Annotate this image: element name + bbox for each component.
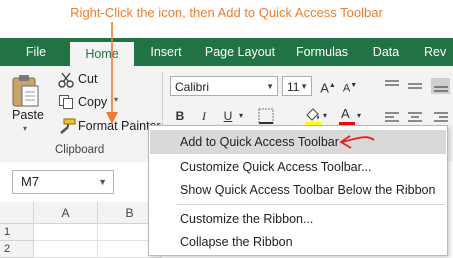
ribbon-tab-bar: File Home Insert Page Layout Formulas Da… (0, 38, 453, 66)
tab-insert[interactable]: Insert (138, 38, 194, 66)
menu-separator (177, 204, 445, 205)
tab-page-layout[interactable]: Page Layout (198, 38, 282, 66)
scissors-icon (58, 72, 74, 88)
cut-button[interactable]: Cut (78, 72, 97, 86)
chevron-down-icon[interactable]: ▾ (236, 106, 246, 126)
format-painter-icon (58, 118, 76, 134)
paste-dropdown-icon[interactable]: ▾ (23, 124, 27, 133)
copy-button[interactable]: Copy (78, 95, 107, 109)
menu-item-label: Customize Quick Access Toolbar... (180, 160, 372, 174)
menu-item-customize-quick-access-toolbar[interactable]: Customize Quick Access Toolbar... (150, 155, 446, 179)
menu-item-customize-the-ribbon[interactable]: Customize the Ribbon... (150, 207, 446, 231)
font-color-label: A (341, 106, 350, 121)
underline-button[interactable]: U (218, 106, 238, 126)
paste-button[interactable]: Paste (12, 108, 44, 122)
menu-item-add-to-quick-access-toolbar[interactable]: Add to Quick Access Toolbar (150, 130, 446, 154)
select-all-corner[interactable] (0, 202, 34, 224)
font-size-value: 11 (287, 80, 300, 94)
chevron-down-icon[interactable]: ▼ (98, 171, 107, 193)
clipboard-group-label: Clipboard (55, 144, 105, 156)
font-name-select[interactable]: Calibri ▼ (170, 76, 278, 96)
borders-icon[interactable] (258, 108, 274, 124)
horizontal-align-icons[interactable] (382, 110, 450, 126)
bold-button[interactable]: B (170, 106, 190, 126)
vertical-align-icons[interactable] (382, 78, 450, 94)
menu-item-label: Show Quick Access Toolbar Below the Ribb… (180, 183, 436, 197)
copy-dropdown-icon[interactable]: ▾ (114, 95, 118, 104)
menu-item-label: Add to Quick Access Toolbar (180, 135, 339, 149)
chevron-down-icon[interactable]: ▾ (354, 106, 364, 126)
chevron-down-icon: ▼ (300, 82, 308, 91)
row-header[interactable]: 1 (0, 224, 34, 241)
decrease-font-size-icon[interactable]: A▼ (340, 76, 360, 96)
cell[interactable] (34, 241, 98, 258)
cell[interactable] (34, 224, 98, 241)
name-box-value: M7 (21, 174, 40, 189)
menu-item-collapse-the-ribbon[interactable]: Collapse the Ribbon (150, 230, 446, 254)
tab-formulas[interactable]: Formulas (288, 38, 356, 66)
menu-item-label: Collapse the Ribbon (180, 235, 293, 249)
name-box[interactable]: M7 ▼ (12, 170, 114, 194)
tab-file[interactable]: File (14, 38, 58, 66)
increase-font-size-icon[interactable]: A▲ (318, 76, 338, 96)
ribbon-context-menu: Add to Quick Access Toolbar Customize Qu… (148, 125, 448, 256)
column-header[interactable]: A (34, 202, 98, 224)
italic-button[interactable]: I (194, 106, 214, 126)
row-header[interactable]: 2 (0, 241, 34, 258)
font-name-value: Calibri (175, 80, 210, 94)
tab-review[interactable]: Rev (424, 38, 453, 66)
tab-home[interactable]: Home (70, 42, 134, 66)
chevron-down-icon: ▼ (266, 82, 274, 91)
copy-icon (58, 94, 74, 110)
menu-item-label: Customize the Ribbon... (180, 212, 314, 226)
instruction-caption: Right-Click the icon, then Add to Quick … (0, 0, 453, 34)
paste-icon[interactable] (10, 74, 40, 108)
menu-item-show-quick-access-toolbar-below-ribbon[interactable]: Show Quick Access Toolbar Below the Ribb… (150, 178, 446, 202)
chevron-down-icon[interactable]: ▾ (320, 106, 330, 126)
font-size-select[interactable]: 11 ▼ (282, 76, 312, 96)
tab-data[interactable]: Data (364, 38, 408, 66)
